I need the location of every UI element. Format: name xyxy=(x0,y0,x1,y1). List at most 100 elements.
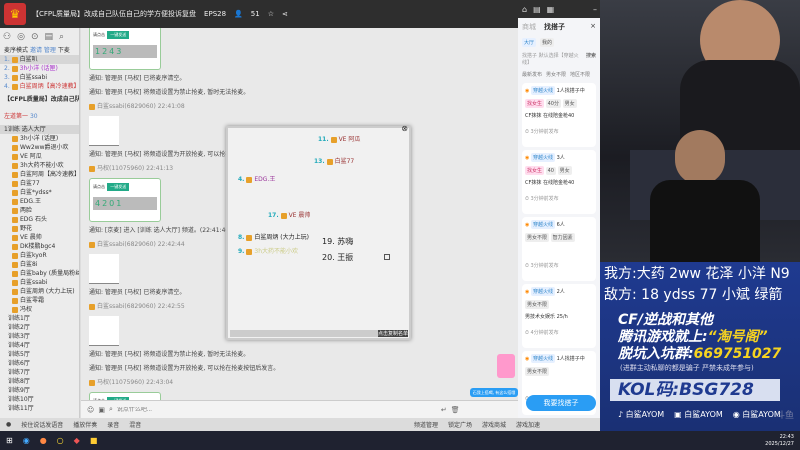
room-item[interactable]: 训练8厅 xyxy=(0,377,79,386)
room-item[interactable]: 训练5厅 xyxy=(0,350,79,359)
trash-icon[interactable]: 🗑 xyxy=(451,406,460,414)
voice-toolbar: ● 按住说话发语音 播放伴奏 录音 混音 频道管理 锁定广场 游戏商城 游戏加速 xyxy=(0,418,600,431)
user-icon[interactable]: ⚇ xyxy=(3,32,11,42)
room-item[interactable]: 训练4厅 xyxy=(0,341,79,350)
partner-card[interactable]: ◉ 穿越火线 1人找搭子中 找女生 40分 男女 CF抹抹 在线陪金枪40 ⏱ 3分钟… xyxy=(522,83,596,147)
game-icon[interactable]: ▦ xyxy=(547,5,555,14)
manage-link[interactable]: 管理 xyxy=(44,47,56,54)
room-item[interactable]: 训练1厅 xyxy=(0,314,79,323)
notice: 左道第一 30 xyxy=(4,113,38,120)
room-item[interactable]: 训练10厅 xyxy=(0,395,79,404)
image-thumbnail[interactable] xyxy=(89,116,119,146)
partner-card[interactable]: ◉ 穿越火线 6人 男女不限 智力因素 ⏱ 3分钟前发布 xyxy=(522,217,596,281)
game-boost[interactable]: 游戏加速 xyxy=(516,420,540,429)
browser-icon[interactable]: ◉ xyxy=(23,436,30,445)
mic-queue-item[interactable]: 3. 白鲨ssabi xyxy=(0,73,79,82)
room-item[interactable]: 训练9厅 xyxy=(0,386,79,395)
tab-hall[interactable]: 大厅 xyxy=(522,38,537,47)
list-icon[interactable]: ▤ xyxy=(533,5,541,14)
star-icon[interactable]: ☆ xyxy=(268,10,274,18)
tool-accompany[interactable]: 播放伴奏 xyxy=(73,420,97,429)
tab-find-partner[interactable]: 找搭子 xyxy=(540,18,569,36)
emoji-icon[interactable]: ☺ xyxy=(87,406,94,414)
member-item[interactable]: 3h小洋 (话匣) xyxy=(0,134,79,143)
mic-icon[interactable]: ◎ xyxy=(17,32,25,42)
disclaimer: (进群主动私聊的都是骗子 严禁未成年参与) xyxy=(620,364,754,372)
room-item[interactable]: 训练7厅 xyxy=(0,368,79,377)
member-item[interactable]: 白鲨77 xyxy=(0,179,79,188)
room-header[interactable]: 1训练 选人大厅 xyxy=(0,125,79,134)
location-icon[interactable]: ⊙ xyxy=(31,32,39,42)
chat-input[interactable] xyxy=(116,406,437,413)
member-item[interactable]: EDG 石头 xyxy=(0,215,79,224)
tab-mine[interactable]: 我的 xyxy=(540,38,555,47)
room-item[interactable]: 训练11厅 xyxy=(0,404,79,413)
mic-queue-item[interactable]: 1. 白鲨叭 xyxy=(0,55,79,64)
search-input[interactable]: 找搭子 默认选择【穿越火线】 xyxy=(522,52,586,66)
book-icon[interactable]: ▤ xyxy=(44,32,53,42)
lock-square[interactable]: 锁定广场 xyxy=(448,420,472,429)
app-icon[interactable]: ○ xyxy=(57,436,64,445)
member-item[interactable]: 白鲨baby (质量局粉丝) xyxy=(0,269,79,278)
member-item[interactable]: 白鲨*ydss* xyxy=(0,188,79,197)
member-item[interactable]: 3h大药不能小欢 xyxy=(0,161,79,170)
horizontal-scrollbar[interactable] xyxy=(230,330,395,337)
search-icon[interactable]: ⌕ xyxy=(109,405,113,414)
close-icon[interactable]: × xyxy=(586,18,600,36)
tool-push-to-talk[interactable]: 按住说话发语音 xyxy=(21,420,63,429)
member-item[interactable]: 白鲨8i xyxy=(0,260,79,269)
partner-card[interactable]: ◉ 穿越火线 2人 男女不限 男技术女娱乐 25/h ⏱ 4分钟前发布 xyxy=(522,284,596,348)
member-item[interactable]: EDG.王 xyxy=(0,197,79,206)
search-button[interactable]: 搜索 xyxy=(586,52,596,66)
tab-mall[interactable]: 商城 xyxy=(518,18,540,36)
channel-manage[interactable]: 频道管理 xyxy=(414,420,438,429)
verification-card: 请点击 一键发送 1243 xyxy=(89,28,161,70)
app-icon[interactable]: ■ xyxy=(90,436,98,445)
member-item[interactable]: Ww2ww爵退小欢 xyxy=(0,143,79,152)
mic-queue-item[interactable]: 4. 白鲨周炳【高冷速教】 xyxy=(0,82,79,91)
gift-icon[interactable] xyxy=(497,354,515,378)
member-item[interactable]: 白鲨kyoR xyxy=(0,251,79,260)
member-item[interactable]: DK楼鹏bgc4 xyxy=(0,242,79,251)
member-item[interactable]: 白鲨周炳 (大力上玩) xyxy=(0,287,79,296)
room-item[interactable]: 训练2厅 xyxy=(0,323,79,332)
app-icon[interactable]: ◆ xyxy=(74,436,80,445)
copy-list-button[interactable]: 点击复制名单 xyxy=(377,330,408,337)
send-icon[interactable]: ↵ xyxy=(441,406,447,414)
member-item[interactable]: 两脸 xyxy=(0,206,79,215)
search-icon[interactable]: ⌕ xyxy=(59,32,64,42)
member-item[interactable]: 野花 xyxy=(0,224,79,233)
image-thumbnail[interactable] xyxy=(89,316,119,346)
member-item[interactable]: VE 晨帅 xyxy=(0,233,79,242)
room-item[interactable]: 训练3厅 xyxy=(0,332,79,341)
member-item[interactable]: VE 阿瓜 xyxy=(0,152,79,161)
invite-link[interactable]: 邀请 xyxy=(30,47,42,54)
tool-record[interactable]: 录音 xyxy=(107,420,119,429)
member-item[interactable]: 白鲨阿周【高冷速教】 xyxy=(0,170,79,179)
member-item[interactable]: 白鲨零霜 xyxy=(0,296,79,305)
share-icon[interactable]: ⋖ xyxy=(282,10,288,18)
find-partner-button[interactable]: 我要找搭子 xyxy=(526,395,596,411)
leave-mic-link[interactable]: 下麦 xyxy=(58,47,70,54)
app-icon[interactable]: ● xyxy=(40,436,47,445)
sort-latest[interactable]: 最新发布 xyxy=(522,71,542,78)
image-icon[interactable]: ▣ xyxy=(98,406,105,414)
start-icon[interactable]: ⊞ xyxy=(6,436,13,445)
member-item[interactable]: 白鲨ssabi xyxy=(0,278,79,287)
room-item[interactable]: 训练6厅 xyxy=(0,359,79,368)
send-code-button[interactable]: 一键发送 xyxy=(107,31,130,39)
image-thumbnail[interactable] xyxy=(89,254,119,284)
send-code-button[interactable]: 一键发送 xyxy=(107,183,130,191)
checkbox[interactable] xyxy=(384,254,390,260)
filter-gender[interactable]: 男女不限 xyxy=(546,71,566,78)
close-icon[interactable]: ⊗ xyxy=(401,124,408,133)
filter-region[interactable]: 地区不限 xyxy=(570,71,590,78)
partner-card[interactable]: ◉ 穿越火线 3人 找女生 40 男女 CF抹抹 在线陪金枪40 ⏱ 3分钟前发布 xyxy=(522,150,596,214)
minimize-icon[interactable]: – xyxy=(593,5,597,14)
home-icon[interactable]: ⌂ xyxy=(522,5,527,14)
avatar[interactable]: ● xyxy=(6,421,11,428)
tool-mix[interactable]: 混音 xyxy=(129,420,141,429)
game-mall[interactable]: 游戏商城 xyxy=(482,420,506,429)
mic-queue-item[interactable]: 2. 3h小洋 (话匣) xyxy=(0,64,79,73)
member-item[interactable]: 冯权 xyxy=(0,305,79,314)
